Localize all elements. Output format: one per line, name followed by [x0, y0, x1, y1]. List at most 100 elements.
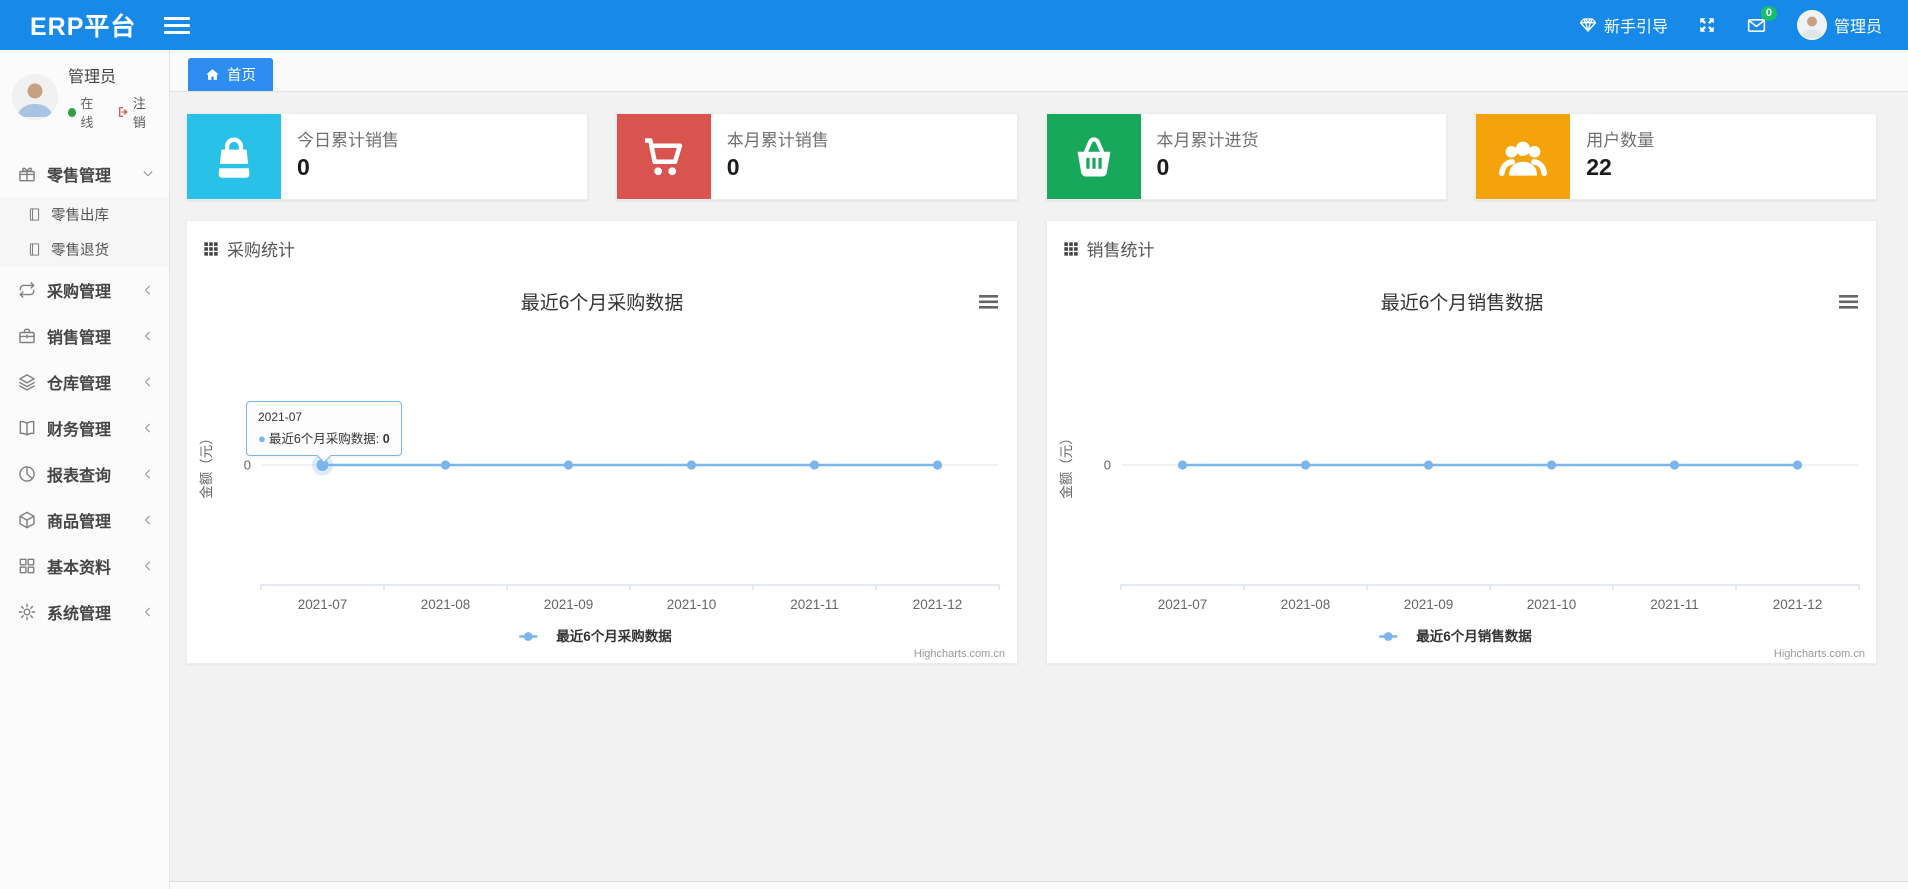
bag-icon — [187, 114, 281, 199]
guide-button[interactable]: 新手引导 — [1579, 13, 1668, 37]
online-status-dot — [68, 107, 77, 117]
x-axis-tick-label: 2021-08 — [1280, 597, 1330, 612]
sidebar-item-basic[interactable]: 基本资料 — [0, 543, 169, 589]
tab-home[interactable]: 首页 — [188, 58, 273, 91]
panel-title: 采购统计 — [227, 241, 295, 260]
data-point[interactable] — [1300, 460, 1310, 470]
sidebar-item-purchase[interactable]: 采购管理 — [0, 267, 169, 313]
stat-card-today-sales[interactable]: 今日累计销售 0 — [186, 113, 588, 200]
sidebar-toggle-icon[interactable] — [164, 13, 191, 38]
messages-button[interactable]: 0 — [1746, 5, 1777, 36]
svg-text:最近6个月销售数据: 最近6个月销售数据 — [1416, 628, 1532, 644]
sidebar-item-goods[interactable]: 商品管理 — [0, 497, 169, 543]
x-axis-tick-label: 2021-07 — [298, 597, 348, 612]
purchase-chart: 最近6个月采购数据 0 金额（元） 2021-07 2021-08 2021-09 2021… — [187, 273, 1017, 663]
chart-credits: Highcharts.com.cn — [1773, 648, 1864, 660]
chart-context-menu-icon[interactable] — [1838, 295, 1858, 309]
repeat-icon — [19, 282, 35, 298]
sidebar-item-label: 财务管理 — [47, 422, 112, 439]
stat-card-user-count[interactable]: 用户数量 22 — [1475, 113, 1877, 200]
data-point[interactable] — [440, 460, 451, 470]
users-icon — [1476, 114, 1571, 199]
sidebar-item-reports[interactable]: 报表查询 — [0, 451, 169, 497]
book-icon — [19, 420, 35, 436]
logout-button[interactable]: 注销 — [117, 93, 157, 131]
user-menu[interactable]: 管理员 — [1796, 10, 1882, 40]
legend-item[interactable]: 最近6个月销售数据 — [1378, 628, 1532, 644]
sidebar-user-block: 管理员 在线 注销 — [0, 50, 169, 143]
sidebar-item-system[interactable]: 系统管理 — [0, 589, 169, 635]
line-chart-svg: 最近6个月采购数据 0 金额（元） 2021-07 2021-08 2021-09 2021… — [199, 292, 1005, 660]
sidebar-item-sales[interactable]: 销售管理 — [0, 313, 169, 359]
sidebar-item-finance[interactable]: 财务管理 — [0, 405, 169, 451]
y-axis-title: 金额（元） — [1059, 431, 1074, 499]
th-grid-icon — [1063, 241, 1078, 256]
gem-icon — [1579, 18, 1597, 32]
tab-bar: 首页 — [170, 50, 1908, 92]
th-grid-icon — [204, 241, 218, 256]
chevron-left-icon — [145, 561, 151, 571]
sidebar-item-label: 仓库管理 — [47, 376, 112, 393]
sidebar-username: 管理员 — [68, 69, 117, 86]
stat-card-value: 0 — [297, 154, 310, 180]
app-brand: ERP平台 — [30, 13, 137, 41]
chevron-left-icon — [145, 515, 151, 525]
chevron-left-icon — [145, 331, 151, 341]
dashboard-content: 今日累计销售 0 本月累计销售 0 本月累计进货 0 用户数量 22 采购统计 最近6个月采购… — [170, 92, 1908, 881]
sidebar-item-warehouse[interactable]: 仓库管理 — [0, 359, 169, 405]
panel-title: 销售统计 — [1086, 241, 1155, 260]
sidebar-item-label: 商品管理 — [47, 514, 112, 531]
submenu-retail: 零售出库零售退货 — [0, 197, 169, 267]
sidebar-item-label: 销售管理 — [47, 330, 112, 347]
fullscreen-icon — [1700, 18, 1714, 32]
cart-icon — [616, 114, 711, 199]
data-point[interactable] — [316, 459, 329, 471]
data-point[interactable] — [563, 460, 574, 470]
x-axis-tick-label: 2021-12 — [913, 597, 963, 612]
sign-out-icon — [118, 107, 128, 117]
stat-card-label: 本月累计销售 — [726, 131, 829, 150]
sidebar-menu: 零售管理 零售出库零售退货采购管理销售管理仓库管理财务管理报表查询商品管理基本资料… — [0, 151, 169, 635]
data-point[interactable] — [1423, 460, 1433, 470]
sidebar-item-retail-outbound[interactable]: 零售出库 — [0, 197, 169, 232]
gear-icon — [18, 603, 36, 621]
stat-card-month-purchase[interactable]: 本月累计进货 0 — [1045, 113, 1448, 200]
stat-card-label: 本月累计进货 — [1156, 131, 1259, 150]
stat-card-month-sales[interactable]: 本月累计销售 0 — [615, 113, 1018, 200]
sidebar: 管理员 在线 注销 零售管理 零售出库零售退货采购管理销售管理仓库管理财务管理报表… — [0, 50, 170, 889]
line-chart-svg: 最近6个月销售数据 0 金额（元） 2021-07 2021-08 2021-09 2021… — [1059, 292, 1865, 660]
sidebar-item-label: 采购管理 — [47, 284, 112, 301]
chevron-left-icon — [145, 607, 151, 617]
guide-label: 新手引导 — [1603, 19, 1668, 36]
sidebar-item-label: 零售退货 — [51, 243, 109, 259]
data-point[interactable] — [809, 460, 820, 470]
stat-card-label: 用户数量 — [1586, 131, 1655, 150]
y-axis-tick-label: 0 — [1103, 458, 1110, 473]
data-point[interactable] — [1669, 460, 1679, 470]
x-axis-tick-label: 2021-08 — [421, 597, 471, 612]
data-point[interactable] — [1792, 460, 1802, 470]
top-navbar: ERP平台 新手引导 0 管理员 — [0, 0, 1908, 50]
fullscreen-button[interactable] — [1698, 16, 1716, 34]
x-axis-tick-label: 2021-10 — [1526, 597, 1576, 612]
chart-title: 最近6个月采购数据 — [521, 292, 684, 314]
sidebar-item-label: 基本资料 — [47, 560, 112, 577]
stat-card-label: 今日累计销售 — [297, 131, 399, 150]
y-axis-tick-label: 0 — [244, 458, 251, 473]
file-icon — [29, 243, 40, 256]
sidebar-item-retail-return[interactable]: 零售退货 — [0, 232, 169, 267]
chevron-left-icon — [145, 469, 151, 479]
data-point[interactable] — [932, 460, 943, 470]
data-point[interactable] — [1546, 460, 1556, 470]
legend-item[interactable]: 最近6个月采购数据 — [519, 628, 672, 644]
stat-cards-row: 今日累计销售 0 本月累计销售 0 本月累计进货 0 用户数量 22 — [186, 113, 1877, 200]
chart-context-menu-icon[interactable] — [979, 295, 998, 309]
chart-title: 最近6个月销售数据 — [1380, 292, 1543, 314]
data-point[interactable] — [1177, 460, 1187, 470]
sidebar-item-retail[interactable]: 零售管理 — [0, 151, 169, 197]
layers-icon — [19, 374, 35, 391]
data-point[interactable] — [686, 460, 697, 470]
briefcase-icon — [19, 328, 35, 344]
grid-icon — [19, 558, 35, 574]
x-axis-tick-label: 2021-09 — [1403, 597, 1453, 612]
